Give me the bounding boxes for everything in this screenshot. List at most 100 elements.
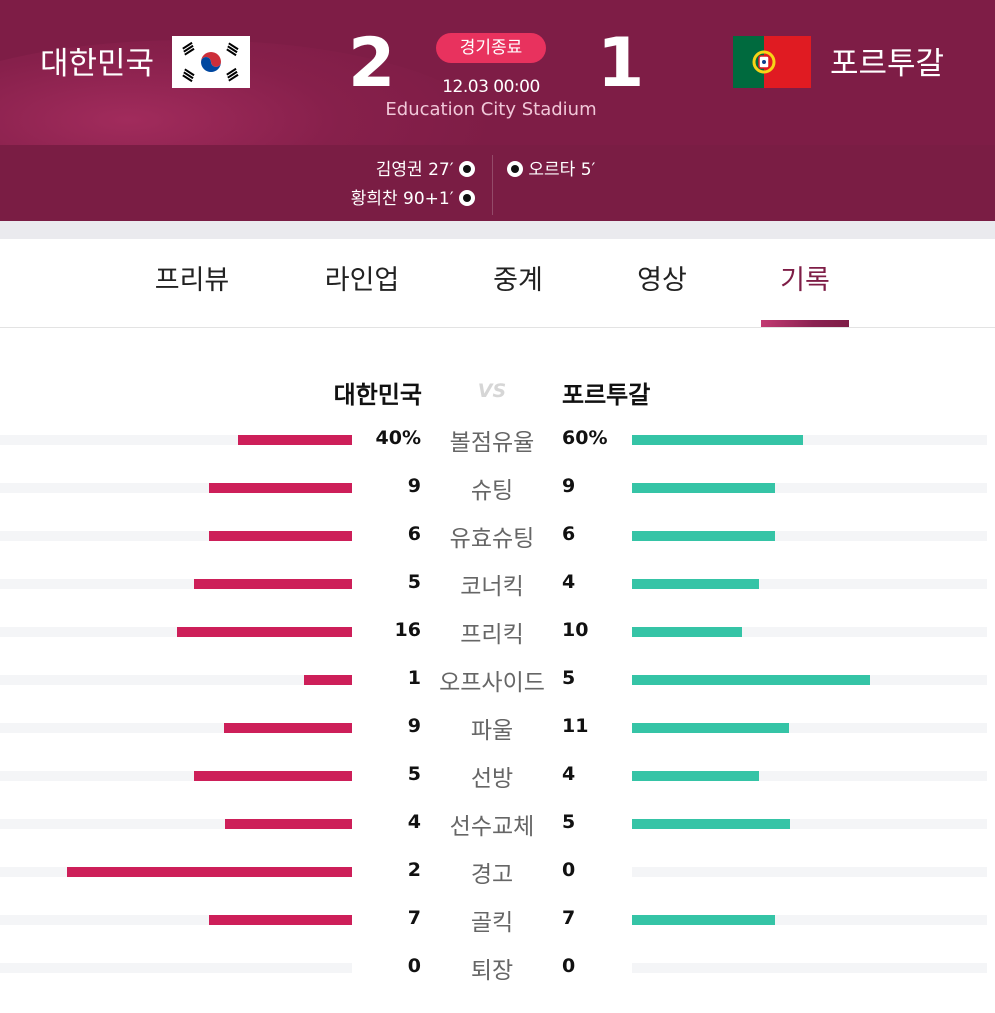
home-stat-bar <box>194 579 352 589</box>
away-stat-bar <box>632 435 803 445</box>
home-stat-value: 5 <box>407 763 421 785</box>
stat-row: 16 프리킥 10 <box>0 616 995 648</box>
away-stat-bar <box>632 579 759 589</box>
away-stat-bar <box>632 723 789 733</box>
stat-label: 경고 <box>470 862 514 888</box>
stat-label: 코너킥 <box>460 574 524 600</box>
home-stat-value: 0 <box>407 955 421 977</box>
match-status-badge: 경기종료 <box>436 33 546 63</box>
home-stat-bar <box>225 819 352 829</box>
home-goal-item: 황희찬 90+1′ <box>351 187 475 211</box>
portugal-flag-icon <box>733 36 811 88</box>
home-stat-value: 2 <box>407 859 421 881</box>
match-header: 대한민국 2 경기종료 12.03 00:00 Education City S… <box>0 0 995 145</box>
away-stat-value: 5 <box>562 811 576 833</box>
stat-row: 4 선수교체 5 <box>0 808 995 840</box>
away-goal-item: 오르타 5′ <box>507 158 595 182</box>
home-stat-value: 6 <box>407 523 421 545</box>
active-tab-indicator <box>761 320 849 327</box>
tab-record[interactable]: 기록 <box>745 263 865 299</box>
stat-label: 유효슈팅 <box>449 526 535 552</box>
away-stat-value: 4 <box>562 571 576 593</box>
away-bar-track <box>632 963 987 973</box>
home-stat-value: 9 <box>407 475 421 497</box>
away-stat-value: 5 <box>562 667 576 689</box>
stadium-name: Education City Stadium <box>385 99 597 120</box>
away-score: 1 <box>597 24 645 103</box>
away-team-name[interactable]: 포르투갈 <box>830 44 944 84</box>
away-stat-value: 4 <box>562 763 576 785</box>
away-stat-bar <box>632 915 775 925</box>
stat-row: 9 슈팅 9 <box>0 472 995 504</box>
home-stat-bar <box>194 771 352 781</box>
away-stat-bar <box>632 483 775 493</box>
away-stat-bar <box>632 771 759 781</box>
away-stat-value: 60% <box>562 427 608 449</box>
section-separator <box>0 221 995 239</box>
stat-row: 2 경고 0 <box>0 856 995 888</box>
tab-broadcast[interactable]: 중계 <box>458 263 578 299</box>
home-goal-item: 김영권 27′ <box>376 158 475 182</box>
goal-scorers: 김영권 27′ 황희찬 90+1′ 오르타 5′ <box>0 145 995 221</box>
away-stat-value: 11 <box>562 715 589 737</box>
stat-label: 오프사이드 <box>439 670 545 696</box>
stat-row: 7 골킥 7 <box>0 904 995 936</box>
home-stat-value: 4 <box>407 811 421 833</box>
away-stat-bar <box>632 627 742 637</box>
away-stat-value: 10 <box>562 619 589 641</box>
stat-label: 파울 <box>470 718 514 744</box>
stat-label: 퇴장 <box>470 958 514 984</box>
home-stat-bar <box>224 723 352 733</box>
home-stat-bar <box>238 435 352 445</box>
stat-row: 5 코너킥 4 <box>0 568 995 600</box>
away-bar-track <box>632 867 987 877</box>
stat-label: 선방 <box>470 766 514 792</box>
home-bar-track <box>0 963 352 973</box>
goal-scorer-label: 오르타 5′ <box>528 160 596 180</box>
stat-label: 볼점유율 <box>449 430 535 456</box>
stats-vs-label: VS <box>477 380 507 402</box>
home-stat-bar <box>209 483 352 493</box>
home-stat-bar <box>209 915 352 925</box>
stats-home-team: 대한민국 <box>333 381 422 409</box>
home-stat-value: 40% <box>375 427 421 449</box>
home-stat-value: 7 <box>407 907 421 929</box>
stat-row: 5 선방 4 <box>0 760 995 792</box>
home-stat-bar <box>177 627 352 637</box>
stat-row: 0 퇴장 0 <box>0 952 995 984</box>
tab-lineup[interactable]: 라인업 <box>302 263 422 299</box>
goal-scorer-label: 황희찬 90+1′ <box>350 189 454 209</box>
soccer-ball-icon <box>459 190 475 206</box>
home-stat-bar <box>304 675 352 685</box>
home-stat-value: 9 <box>407 715 421 737</box>
home-stat-value: 1 <box>407 667 421 689</box>
home-stat-bar <box>209 531 352 541</box>
away-stat-value: 0 <box>562 955 576 977</box>
stat-row: 6 유효슈팅 6 <box>0 520 995 552</box>
away-stat-bar <box>632 531 775 541</box>
stats-away-team: 포르투갈 <box>562 381 651 409</box>
home-stat-value: 16 <box>394 619 421 641</box>
away-stat-value: 9 <box>562 475 576 497</box>
home-stat-value: 5 <box>407 571 421 593</box>
away-stat-bar <box>632 675 870 685</box>
stat-label: 선수교체 <box>449 814 535 840</box>
stat-label: 골킥 <box>470 910 514 936</box>
away-stat-bar <box>632 819 790 829</box>
soccer-ball-icon <box>507 161 523 177</box>
match-tabs: 프리뷰 라인업 중계 영상 기록 <box>0 239 995 328</box>
stat-row: 1 오프사이드 5 <box>0 664 995 696</box>
tab-preview[interactable]: 프리뷰 <box>132 263 252 299</box>
away-stat-value: 6 <box>562 523 576 545</box>
away-stat-value: 7 <box>562 907 576 929</box>
soccer-ball-icon <box>459 161 475 177</box>
away-stat-value: 0 <box>562 859 576 881</box>
home-bar-track <box>0 675 352 685</box>
stat-row: 9 파울 11 <box>0 712 995 744</box>
tab-video[interactable]: 영상 <box>602 263 722 299</box>
goal-scorer-label: 김영권 27′ <box>375 160 454 180</box>
home-stat-bar <box>67 867 352 877</box>
scorers-divider <box>492 155 493 215</box>
stat-label: 슈팅 <box>470 478 514 504</box>
stat-row: 40% 볼점유율 60% <box>0 424 995 456</box>
